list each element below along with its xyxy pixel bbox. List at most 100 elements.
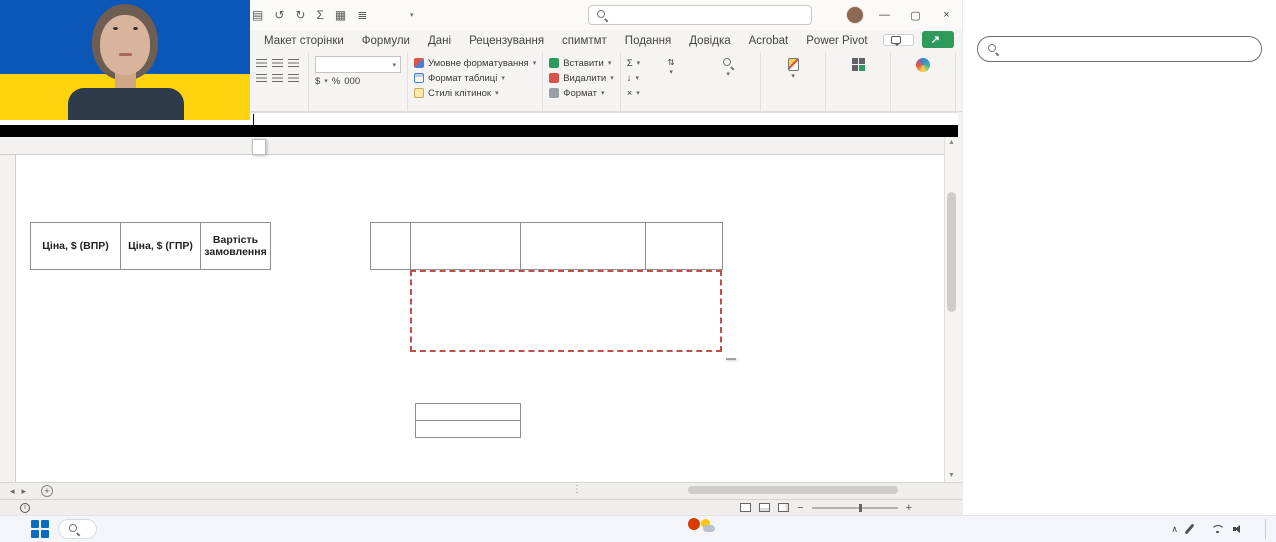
chevron-down-icon: ▾ xyxy=(501,74,505,82)
start-button[interactable] xyxy=(30,519,50,539)
wifi-icon[interactable] xyxy=(1211,525,1223,534)
search-icon xyxy=(723,58,734,69)
normal-view-icon[interactable] xyxy=(740,503,751,512)
chat-search-input[interactable] xyxy=(1006,42,1251,56)
comma-icon[interactable]: 000 xyxy=(344,76,360,87)
ribbon-group-cells: Вставити ▾ Видалити ▾ Формат ▾ xyxy=(543,52,621,111)
price-table xyxy=(370,222,723,270)
chat-search-box[interactable] xyxy=(977,36,1262,62)
style-icon xyxy=(414,58,424,68)
align-top-icon[interactable] xyxy=(256,59,267,67)
align-left-icon[interactable] xyxy=(256,74,267,82)
account-avatar[interactable] xyxy=(846,6,864,24)
table-header-cell[interactable]: Ціна, $ (ВПР) xyxy=(31,223,121,270)
table-icon[interactable]: ▦ xyxy=(335,8,346,22)
style-button[interactable]: Стилі клітинок ▾ xyxy=(414,86,536,100)
currency-icon[interactable]: $ xyxy=(315,76,320,87)
style-button[interactable]: Умовне форматування ▾ xyxy=(414,56,536,70)
find-select-button[interactable]: ▾ xyxy=(702,56,754,79)
ribbon-tab[interactable]: Acrobat xyxy=(740,30,798,52)
zoom-in-icon[interactable]: + xyxy=(906,502,912,514)
spreadsheet-grid[interactable]: Ціна, $ (ВПР)Ціна, $ (ГПР)Вартість замов… xyxy=(0,155,944,482)
transposed-row-label[interactable] xyxy=(416,421,521,438)
page-break-view-icon[interactable] xyxy=(778,503,789,512)
undo-icon[interactable]: ↺ xyxy=(274,8,284,22)
volume-icon[interactable] xyxy=(1233,524,1243,534)
fill-button[interactable]: ↓▾ xyxy=(627,71,640,85)
autosum-button[interactable]: Σ▾ xyxy=(627,56,640,70)
search-icon xyxy=(69,524,80,535)
alignment-buttons[interactable] xyxy=(256,56,302,87)
close-button[interactable]: × xyxy=(931,0,962,30)
ribbon-tab[interactable]: Power Pivot xyxy=(797,30,876,52)
table-header-cell[interactable]: Вартість замовлення xyxy=(201,223,271,270)
ribbon-tab[interactable]: Рецензування xyxy=(460,30,553,52)
taskbar-search[interactable] xyxy=(58,519,97,539)
cells-button[interactable]: Формат ▾ xyxy=(549,86,614,100)
minimize-button[interactable]: — xyxy=(869,0,900,30)
group-label-styles xyxy=(414,100,536,111)
scroll-down-icon[interactable]: ▼ xyxy=(945,470,958,482)
tray-expand-icon[interactable]: ∧ xyxy=(1171,524,1178,535)
zoom-slider[interactable] xyxy=(812,507,898,509)
cells-button[interactable]: Видалити ▾ xyxy=(549,71,614,85)
presenter-face xyxy=(100,15,150,75)
zoom-out-icon[interactable]: − xyxy=(797,502,803,514)
grid-icon[interactable]: ▤ xyxy=(252,8,263,22)
menu-icon[interactable]: ≣ xyxy=(357,8,367,22)
zoom-slider-thumb[interactable] xyxy=(859,504,862,512)
table-header-cell[interactable]: Ціна, $ (ГПР) xyxy=(121,223,201,270)
copilot-button[interactable] xyxy=(897,56,949,74)
vpr-result-table: Ціна, $ (ВПР)Ціна, $ (ГПР)Вартість замов… xyxy=(30,222,271,270)
ribbon-tab[interactable]: Довідка xyxy=(680,30,739,52)
chevron-down-icon: ▾ xyxy=(608,59,612,67)
next-sheet-icon[interactable]: ▸ xyxy=(22,486,27,497)
table-header-cell[interactable] xyxy=(411,223,521,270)
ribbon-tab[interactable]: спимтмт xyxy=(553,30,616,52)
pen-icon[interactable] xyxy=(1184,523,1194,534)
comments-button[interactable] xyxy=(883,34,914,46)
transposed-row-label[interactable] xyxy=(416,404,521,421)
horizontal-scrollbar[interactable] xyxy=(688,486,898,494)
table-header-cell[interactable] xyxy=(371,223,411,270)
sort-filter-button[interactable]: ⇅▾ xyxy=(645,56,697,77)
ribbon-group-styles: Умовне форматування ▾ Формат таблиці ▾ С… xyxy=(408,52,543,111)
page-layout-view-icon[interactable] xyxy=(759,503,770,512)
ribbon-tab[interactable]: Формули xyxy=(353,30,419,52)
function-tooltip xyxy=(252,139,266,155)
tab-overflow-icon[interactable]: ⋮ xyxy=(572,484,582,495)
sum-icon[interactable]: Σ xyxy=(316,8,323,22)
status-bar: i − + xyxy=(0,499,962,515)
prev-sheet-icon[interactable]: ◂ xyxy=(10,486,15,497)
addins-button[interactable] xyxy=(832,56,884,71)
search-icon xyxy=(988,44,999,55)
scrollbar-thumb[interactable] xyxy=(947,192,956,312)
ribbon-tab[interactable]: Дані xyxy=(419,30,460,52)
range-selection-border xyxy=(410,270,722,352)
redo-icon[interactable]: ↻ xyxy=(295,8,305,22)
percent-icon[interactable]: % xyxy=(332,76,340,87)
sensitivity-button[interactable]: ▾ xyxy=(767,56,819,81)
table-header-cell[interactable] xyxy=(521,223,646,270)
cells-button[interactable]: Вставити ▾ xyxy=(549,56,614,70)
align-right-icon[interactable] xyxy=(288,74,299,82)
style-button[interactable]: Формат таблиці ▾ xyxy=(414,71,536,85)
weather-widget[interactable] xyxy=(700,518,722,534)
align-center-icon[interactable] xyxy=(272,74,283,82)
align-bottom-icon[interactable] xyxy=(288,59,299,67)
add-sheet-button[interactable]: + xyxy=(36,483,58,499)
scroll-up-icon[interactable]: ▲ xyxy=(945,137,958,149)
chevron-down-icon[interactable]: ▾ xyxy=(410,11,414,19)
align-middle-icon[interactable] xyxy=(272,59,283,67)
table-header-cell[interactable] xyxy=(646,223,723,270)
accessibility-status[interactable]: i xyxy=(20,503,34,513)
maximize-button[interactable]: ▢ xyxy=(900,0,931,30)
ribbon-tab[interactable]: Подання xyxy=(616,30,680,52)
share-button[interactable]: ↗ xyxy=(922,31,954,48)
clear-button[interactable]: ×▾ xyxy=(627,86,640,100)
number-format-dropdown[interactable]: ▾ xyxy=(315,56,401,73)
ribbon-tab[interactable]: Макет сторінки xyxy=(255,30,353,52)
vertical-scrollbar[interactable]: ▲ ▼ xyxy=(944,137,958,482)
office-search-box[interactable] xyxy=(588,5,812,25)
show-desktop-button[interactable] xyxy=(1265,519,1268,539)
